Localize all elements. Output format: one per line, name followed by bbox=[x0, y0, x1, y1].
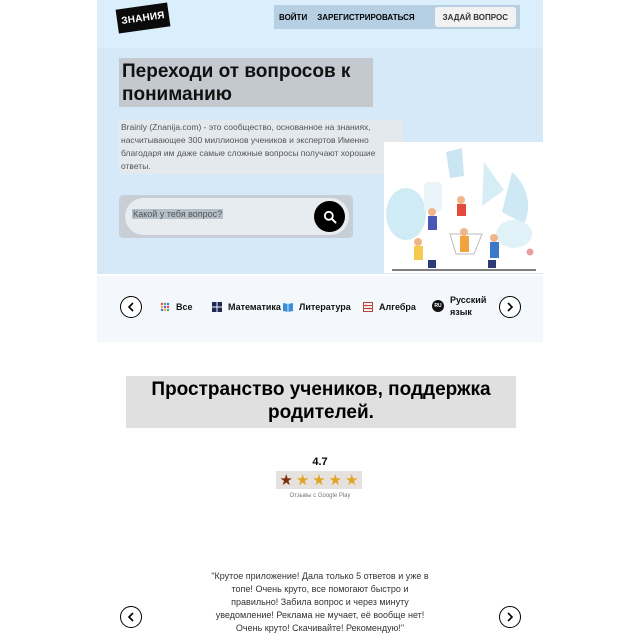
rating-stars: ★ ★ ★ ★ ★ bbox=[276, 471, 362, 489]
top-bar: ЗНАНИЯ ВОЙТИ ЗАРЕГИСТРИРОВАТЬСЯ ЗАДАЙ ВО… bbox=[97, 0, 543, 48]
star-icon: ★ bbox=[312, 471, 326, 489]
category-russian[interactable]: RU Русский язык bbox=[432, 294, 490, 318]
search-placeholder: Какой у тебя вопрос? bbox=[132, 209, 224, 219]
hero-title: Переходи от вопросов к пониманию bbox=[119, 58, 373, 107]
search-icon bbox=[323, 210, 336, 223]
review-next-button[interactable] bbox=[499, 606, 521, 628]
ask-question-button[interactable]: ЗАДАЙ ВОПРОС bbox=[434, 7, 516, 27]
search-button[interactable] bbox=[314, 201, 345, 232]
review-prev-button[interactable] bbox=[120, 606, 142, 628]
review-text: "Крутое приложение! Дала только 5 ответо… bbox=[211, 571, 429, 633]
carousel-next-button[interactable] bbox=[499, 296, 521, 318]
chevron-right-icon bbox=[507, 302, 514, 312]
nav-bar: ВОЙТИ ЗАРЕГИСТРИРОВАТЬСЯ ЗАДАЙ ВОПРОС bbox=[274, 5, 520, 29]
language-icon: RU bbox=[432, 300, 444, 312]
chevron-left-icon bbox=[127, 302, 134, 312]
category-label: Алгебра bbox=[379, 302, 416, 312]
category-label: Русский язык bbox=[450, 295, 487, 317]
category-label: Математика bbox=[228, 302, 281, 312]
logo-text: ЗНАНИЯ bbox=[120, 9, 166, 27]
logo[interactable]: ЗНАНИЯ bbox=[115, 2, 171, 34]
star-icon: ★ bbox=[328, 471, 343, 489]
carousel-prev-button[interactable] bbox=[120, 296, 142, 318]
grid-icon bbox=[160, 302, 170, 312]
book-icon bbox=[283, 303, 293, 312]
search-box: Какой у тебя вопрос? bbox=[119, 195, 353, 238]
page: ЗНАНИЯ ВОЙТИ ЗАРЕГИСТРИРОВАТЬСЯ ЗАДАЙ ВО… bbox=[0, 0, 640, 640]
star-icon: ★ bbox=[279, 471, 293, 489]
star-icon: ★ bbox=[345, 471, 359, 489]
category-algebra[interactable]: Алгебра bbox=[363, 302, 416, 312]
hero-description: Brainly (Znanija.com) - это сообщество, … bbox=[119, 120, 403, 174]
abacus-icon bbox=[363, 302, 373, 312]
hero-section: ЗНАНИЯ ВОЙТИ ЗАРЕГИСТРИРОВАТЬСЯ ЗАДАЙ ВО… bbox=[97, 0, 543, 274]
category-label: Все bbox=[176, 302, 193, 312]
category-literature[interactable]: Литература bbox=[283, 302, 351, 312]
login-link[interactable]: ВОЙТИ bbox=[274, 13, 312, 22]
rating-value: 4.7 bbox=[312, 456, 328, 468]
category-all[interactable]: Все bbox=[160, 302, 193, 312]
chevron-left-icon bbox=[127, 612, 134, 622]
star-icon: ★ bbox=[295, 471, 310, 489]
chevron-right-icon bbox=[507, 612, 514, 622]
subjects-carousel: Все Математика Литература Алгебра RU Рус… bbox=[97, 276, 543, 342]
rating-source: Отзывы с Google Play bbox=[289, 493, 351, 499]
math-icon bbox=[212, 302, 222, 312]
category-label: Литература bbox=[299, 302, 351, 312]
community-title: Пространство учеников, поддержка родител… bbox=[126, 376, 516, 428]
category-math[interactable]: Математика bbox=[212, 302, 281, 312]
register-link[interactable]: ЗАРЕГИСТРИРОВАТЬСЯ bbox=[312, 13, 419, 22]
hero-illustration bbox=[384, 142, 543, 273]
